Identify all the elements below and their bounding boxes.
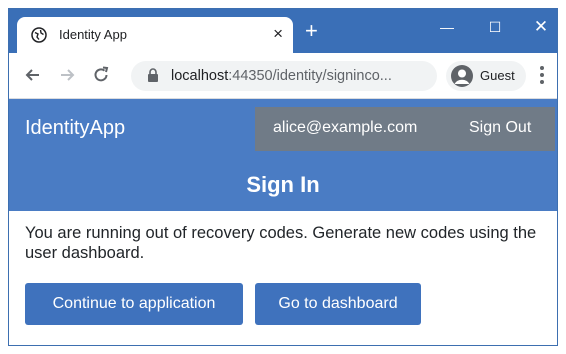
close-icon[interactable]: × bbox=[273, 24, 283, 44]
user-box: alice@example.com Sign Out bbox=[255, 107, 555, 151]
plus-icon[interactable]: + bbox=[305, 20, 318, 42]
app-navbar: IdentityApp alice@example.com Sign Out bbox=[9, 99, 557, 161]
avatar-icon bbox=[451, 65, 473, 87]
tab-strip: Identity App × + — ☐ ✕ bbox=[9, 9, 557, 53]
dashboard-button[interactable]: Go to dashboard bbox=[255, 283, 421, 325]
globe-icon bbox=[31, 27, 47, 43]
recovery-codes-warning: You are running out of recovery codes. G… bbox=[25, 224, 537, 262]
minimize-button[interactable]: — bbox=[427, 13, 467, 41]
brand-link[interactable]: IdentityApp bbox=[25, 117, 125, 140]
reload-icon[interactable] bbox=[91, 65, 111, 85]
page-title: Sign In bbox=[246, 172, 320, 197]
profile-label: Guest bbox=[480, 68, 515, 83]
browser-window: Identity App × + — ☐ ✕ localhost:44350/i… bbox=[8, 8, 558, 346]
maximize-button[interactable]: ☐ bbox=[475, 13, 515, 41]
more-vert-icon[interactable] bbox=[539, 66, 545, 86]
browser-toolbar: localhost:44350/identity/signinco... Gue… bbox=[9, 53, 557, 99]
forward-arrow-icon[interactable] bbox=[57, 65, 77, 85]
sign-out-link[interactable]: Sign Out bbox=[469, 119, 531, 137]
continue-button[interactable]: Continue to application bbox=[25, 283, 243, 325]
profile-button[interactable]: Guest bbox=[446, 61, 526, 91]
heading-bar: Sign In bbox=[9, 161, 557, 211]
back-arrow-icon[interactable] bbox=[23, 65, 43, 85]
browser-tab[interactable]: Identity App × bbox=[17, 17, 293, 53]
address-bar[interactable]: localhost:44350/identity/signinco... bbox=[131, 61, 437, 91]
user-email: alice@example.com bbox=[273, 119, 418, 136]
lock-icon bbox=[148, 68, 158, 82]
url-text: localhost:44350/identity/signinco... bbox=[171, 68, 392, 84]
tab-title: Identity App bbox=[59, 27, 127, 42]
window-close-button[interactable]: ✕ bbox=[521, 13, 557, 41]
